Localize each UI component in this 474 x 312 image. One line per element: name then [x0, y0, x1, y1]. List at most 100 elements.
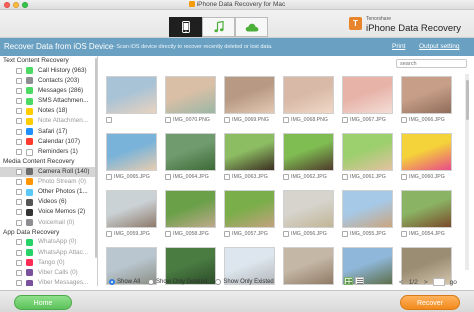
- radio-button[interactable]: [215, 279, 222, 285]
- photo-tile[interactable]: IMG_0070.PNG: [165, 76, 216, 127]
- grid-view-button[interactable]: [344, 277, 353, 285]
- next-page-button[interactable]: >: [423, 279, 429, 286]
- photo-thumbnail[interactable]: [283, 190, 334, 228]
- sidebar-item-checkbox[interactable]: [16, 87, 22, 94]
- photo-thumbnail[interactable]: [106, 133, 157, 171]
- sidebar-item-checkbox[interactable]: [16, 67, 22, 74]
- sidebar-item-checkbox[interactable]: [16, 259, 22, 266]
- filter-radio[interactable]: Show Only Existed: [215, 279, 274, 285]
- sidebar-item[interactable]: Reminders (1): [0, 147, 97, 157]
- sidebar-item-checkbox[interactable]: [16, 128, 22, 135]
- sidebar-item[interactable]: Safari (17): [0, 127, 97, 137]
- sidebar-item[interactable]: WhatsApp Attac...: [0, 248, 97, 258]
- tab-ios-device[interactable]: [169, 17, 202, 37]
- sidebar-item-checkbox[interactable]: [16, 108, 22, 115]
- photo-tile[interactable]: IMG_0068.PNG: [283, 76, 334, 127]
- sidebar-item-checkbox[interactable]: [16, 168, 22, 175]
- sidebar-item-checkbox[interactable]: [16, 280, 22, 286]
- photo-checkbox[interactable]: [224, 174, 230, 180]
- photo-scrollbar-thumb[interactable]: [465, 80, 469, 120]
- photo-thumbnail[interactable]: [106, 76, 157, 114]
- photo-tile[interactable]: IMG_0059.JPG: [106, 190, 157, 241]
- photo-thumbnail[interactable]: [401, 76, 452, 114]
- photo-checkbox[interactable]: [165, 231, 171, 237]
- sidebar-item-checkbox[interactable]: [16, 118, 22, 125]
- photo-thumbnail[interactable]: [283, 133, 334, 171]
- photo-tile[interactable]: IMG_0066.JPG: [401, 76, 452, 127]
- sidebar-item[interactable]: Other Photos (1...: [0, 187, 97, 197]
- photo-scrollbar[interactable]: [465, 74, 469, 270]
- sidebar-item-checkbox[interactable]: [16, 178, 22, 185]
- photo-thumbnail[interactable]: [224, 133, 275, 171]
- photo-tile[interactable]: IMG_0058.JPG: [165, 190, 216, 241]
- photo-checkbox[interactable]: [106, 117, 112, 123]
- sidebar-item[interactable]: Photo Stream (0): [0, 177, 97, 187]
- sidebar-item[interactable]: Camera Roll (140): [0, 166, 97, 177]
- prev-page-button[interactable]: <: [398, 279, 404, 286]
- photo-checkbox[interactable]: [106, 174, 112, 180]
- sidebar-item[interactable]: Voice Memos (2): [0, 207, 97, 217]
- photo-thumbnail[interactable]: [106, 190, 157, 228]
- search-input[interactable]: [396, 59, 467, 68]
- photo-checkbox[interactable]: [342, 117, 348, 123]
- go-button[interactable]: go: [449, 279, 458, 286]
- sidebar-item-checkbox[interactable]: [16, 219, 22, 226]
- photo-tile[interactable]: IMG_0064.JPG: [165, 133, 216, 184]
- sidebar-item[interactable]: Tango (0): [0, 258, 97, 268]
- photo-checkbox[interactable]: [165, 117, 171, 123]
- sidebar-item-checkbox[interactable]: [16, 149, 22, 155]
- photo-thumbnail[interactable]: [224, 190, 275, 228]
- photo-thumbnail[interactable]: [165, 190, 216, 228]
- photo-checkbox[interactable]: [342, 231, 348, 237]
- photo-checkbox[interactable]: [283, 231, 289, 237]
- recover-button[interactable]: Recover: [400, 295, 460, 310]
- photo-checkbox[interactable]: [283, 117, 289, 123]
- sidebar-item[interactable]: Calendar (107): [0, 137, 97, 147]
- sidebar-scrollbar[interactable]: [95, 58, 97, 258]
- sidebar-item-checkbox[interactable]: [16, 138, 22, 145]
- photo-tile[interactable]: IMG_0069.PNG: [224, 76, 275, 127]
- sidebar-item[interactable]: Contacts (203): [0, 76, 97, 86]
- sidebar-item-checkbox[interactable]: [16, 189, 22, 196]
- sidebar-item[interactable]: Viber Messages...: [0, 278, 97, 286]
- photo-tile[interactable]: IMG_0057.JPG: [224, 190, 275, 241]
- photo-tile[interactable]: IMG_0067.JPG: [342, 76, 393, 127]
- sidebar-item-checkbox[interactable]: [16, 239, 22, 246]
- photo-thumbnail[interactable]: [224, 76, 275, 114]
- filter-radio[interactable]: Show Only Deleted: [148, 279, 207, 285]
- sidebar-item[interactable]: SMS Attachmen...: [0, 96, 97, 106]
- sidebar-item[interactable]: Notes (18): [0, 106, 97, 116]
- print-link[interactable]: Print: [392, 43, 405, 50]
- photo-checkbox[interactable]: [224, 117, 230, 123]
- photo-tile[interactable]: IMG_0054.JPG: [401, 190, 452, 241]
- list-view-button[interactable]: [355, 277, 364, 285]
- photo-checkbox[interactable]: [342, 174, 348, 180]
- photo-tile[interactable]: IMG_0062.JPG: [283, 133, 334, 184]
- tab-itunes-backup[interactable]: [202, 17, 235, 37]
- photo-thumbnail[interactable]: [283, 76, 334, 114]
- output-setting-link[interactable]: Output setting: [419, 43, 459, 50]
- photo-thumbnail[interactable]: [165, 76, 216, 114]
- tab-icloud-backup[interactable]: [235, 17, 268, 37]
- radio-button[interactable]: [148, 279, 155, 285]
- sidebar-item-checkbox[interactable]: [16, 269, 22, 276]
- page-number-input[interactable]: [432, 278, 445, 286]
- photo-tile[interactable]: IMG_0055.JPG: [342, 190, 393, 241]
- sidebar-item[interactable]: Videos (6): [0, 197, 97, 207]
- photo-thumbnail[interactable]: [342, 76, 393, 114]
- filter-radio[interactable]: Show All: [109, 279, 140, 285]
- photo-tile[interactable]: IMG_0061.JPG: [342, 133, 393, 184]
- sidebar-item-checkbox[interactable]: [16, 199, 22, 206]
- photo-checkbox[interactable]: [106, 231, 112, 237]
- home-button[interactable]: Home: [14, 295, 72, 310]
- sidebar-item[interactable]: Note Attachmen...: [0, 116, 97, 126]
- radio-button[interactable]: [109, 279, 115, 285]
- photo-checkbox[interactable]: [401, 231, 407, 237]
- sidebar-item-checkbox[interactable]: [16, 209, 22, 216]
- photo-thumbnail[interactable]: [401, 133, 452, 171]
- photo-checkbox[interactable]: [401, 174, 407, 180]
- photo-checkbox[interactable]: [283, 174, 289, 180]
- photo-thumbnail[interactable]: [401, 190, 452, 228]
- sidebar-item[interactable]: Voicemail (0): [0, 218, 97, 228]
- photo-checkbox[interactable]: [165, 174, 171, 180]
